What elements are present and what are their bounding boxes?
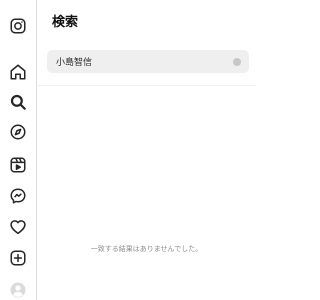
search-input[interactable]: 小島智信 — [47, 50, 249, 73]
home-icon[interactable] — [9, 63, 27, 81]
profile-avatar-icon[interactable] — [9, 281, 27, 299]
instagram-icon[interactable] — [9, 17, 27, 35]
messenger-icon[interactable] — [9, 187, 27, 205]
reels-icon[interactable] — [9, 156, 27, 174]
search-query-text: 小島智信 — [56, 58, 93, 68]
create-icon[interactable] — [9, 249, 27, 267]
search-panel: 検索 小島智信 一致する結果はありませんでした。 — [38, 0, 255, 300]
divider — [38, 85, 255, 86]
nav-rail — [0, 0, 37, 300]
search-panel-title: 検索 — [52, 15, 79, 30]
heart-icon[interactable] — [9, 218, 27, 236]
search-icon[interactable] — [9, 93, 27, 111]
no-results-message: 一致する結果はありませんでした。 — [90, 245, 203, 253]
app-root: 検索 小島智信 一致する結果はありませんでした。 — [0, 0, 255, 300]
explore-icon[interactable] — [9, 123, 27, 141]
clear-search-button[interactable] — [233, 57, 241, 66]
